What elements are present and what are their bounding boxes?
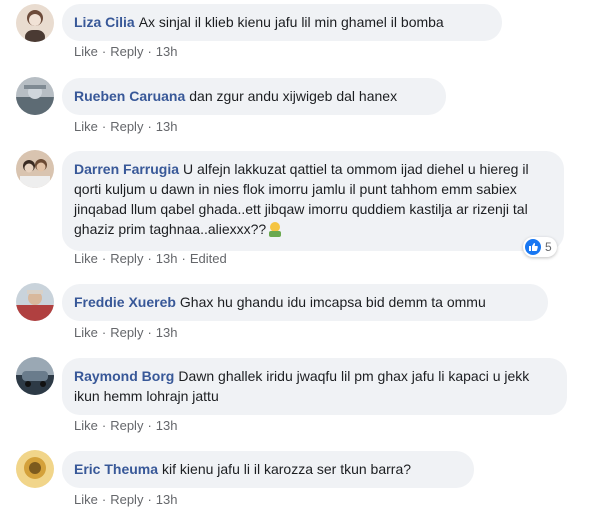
reply-button[interactable]: Reply <box>110 492 143 507</box>
edited-label[interactable]: Edited <box>190 251 227 266</box>
comment-text: Ghax hu ghandu idu imcapsa bid demm ta o… <box>179 294 486 310</box>
comment-text: Ax sinjal il klieb kienu jafu lil min gh… <box>138 14 444 30</box>
comment-actions: Like · Reply · 13h · Edited <box>74 251 227 266</box>
comment-author[interactable]: Freddie Xuereb <box>74 294 176 310</box>
comment-actions: Like · Reply · 13h <box>74 119 178 134</box>
comment-actions: Like · Reply · 13h <box>74 418 178 433</box>
avatar-image-icon <box>16 283 54 321</box>
avatar-image-icon <box>16 450 54 488</box>
timestamp[interactable]: 13h <box>156 44 178 59</box>
reaction-count[interactable]: 5 <box>523 237 557 257</box>
comment-author[interactable]: Eric Theuma <box>74 461 158 477</box>
comment-bubble: Eric Theuma kif kienu jafu li il karozza … <box>62 451 474 488</box>
comment-bubble: Raymond Borg Dawn ghallek iridu jwaqfu li… <box>62 358 567 415</box>
avatar-image-icon <box>16 150 54 188</box>
timestamp[interactable]: 13h <box>156 492 178 507</box>
reaction-number: 5 <box>545 240 552 254</box>
thumbs-up-icon <box>525 239 541 255</box>
avatar[interactable] <box>16 77 54 115</box>
comment-text: kif kienu jafu li il karozza ser tkun ba… <box>162 461 412 477</box>
avatar[interactable] <box>16 283 54 321</box>
avatar[interactable] <box>16 357 54 395</box>
avatar[interactable] <box>16 450 54 488</box>
like-button[interactable]: Like <box>74 418 98 433</box>
reply-button[interactable]: Reply <box>110 325 143 340</box>
comment-bubble: Rueben Caruana dan zgur andu xijwigeb dal… <box>62 78 446 115</box>
comment-bubble: Liza Cilia Ax sinjal il klieb kienu jafu … <box>62 4 502 41</box>
avatar-image-icon <box>16 77 54 115</box>
reply-button[interactable]: Reply <box>110 251 143 266</box>
like-button[interactable]: Like <box>74 325 98 340</box>
reply-button[interactable]: Reply <box>110 418 143 433</box>
avatar-image-icon <box>16 357 54 395</box>
avatar[interactable] <box>16 150 54 188</box>
like-button[interactable]: Like <box>74 44 98 59</box>
reply-button[interactable]: Reply <box>110 119 143 134</box>
comment-author[interactable]: Liza Cilia <box>74 14 135 30</box>
like-button[interactable]: Like <box>74 119 98 134</box>
comment-actions: Like · Reply · 13h <box>74 44 178 59</box>
comment-author[interactable]: Raymond Borg <box>74 368 174 384</box>
comment-bubble: Freddie Xuereb Ghax hu ghandu idu imcapsa… <box>62 284 548 321</box>
comment-author[interactable]: Rueben Caruana <box>74 88 185 104</box>
like-button[interactable]: Like <box>74 251 98 266</box>
like-button[interactable]: Like <box>74 492 98 507</box>
comment-bubble: Darren Farrugia U alfejn lakkuzat qattiel… <box>62 151 564 251</box>
comment-text: dan zgur andu xijwigeb dal hanex <box>189 88 398 104</box>
reply-button[interactable]: Reply <box>110 44 143 59</box>
timestamp[interactable]: 13h <box>156 325 178 340</box>
comment-author[interactable]: Darren Farrugia <box>74 161 179 177</box>
comment-actions: Like · Reply · 13h <box>74 325 178 340</box>
timestamp[interactable]: 13h <box>156 119 178 134</box>
timestamp[interactable]: 13h <box>156 251 178 266</box>
timestamp[interactable]: 13h <box>156 418 178 433</box>
avatar[interactable] <box>16 4 54 42</box>
face-emoji-icon <box>267 221 283 242</box>
comment-actions: Like · Reply · 13h <box>74 492 178 507</box>
avatar-image-icon <box>16 4 54 42</box>
